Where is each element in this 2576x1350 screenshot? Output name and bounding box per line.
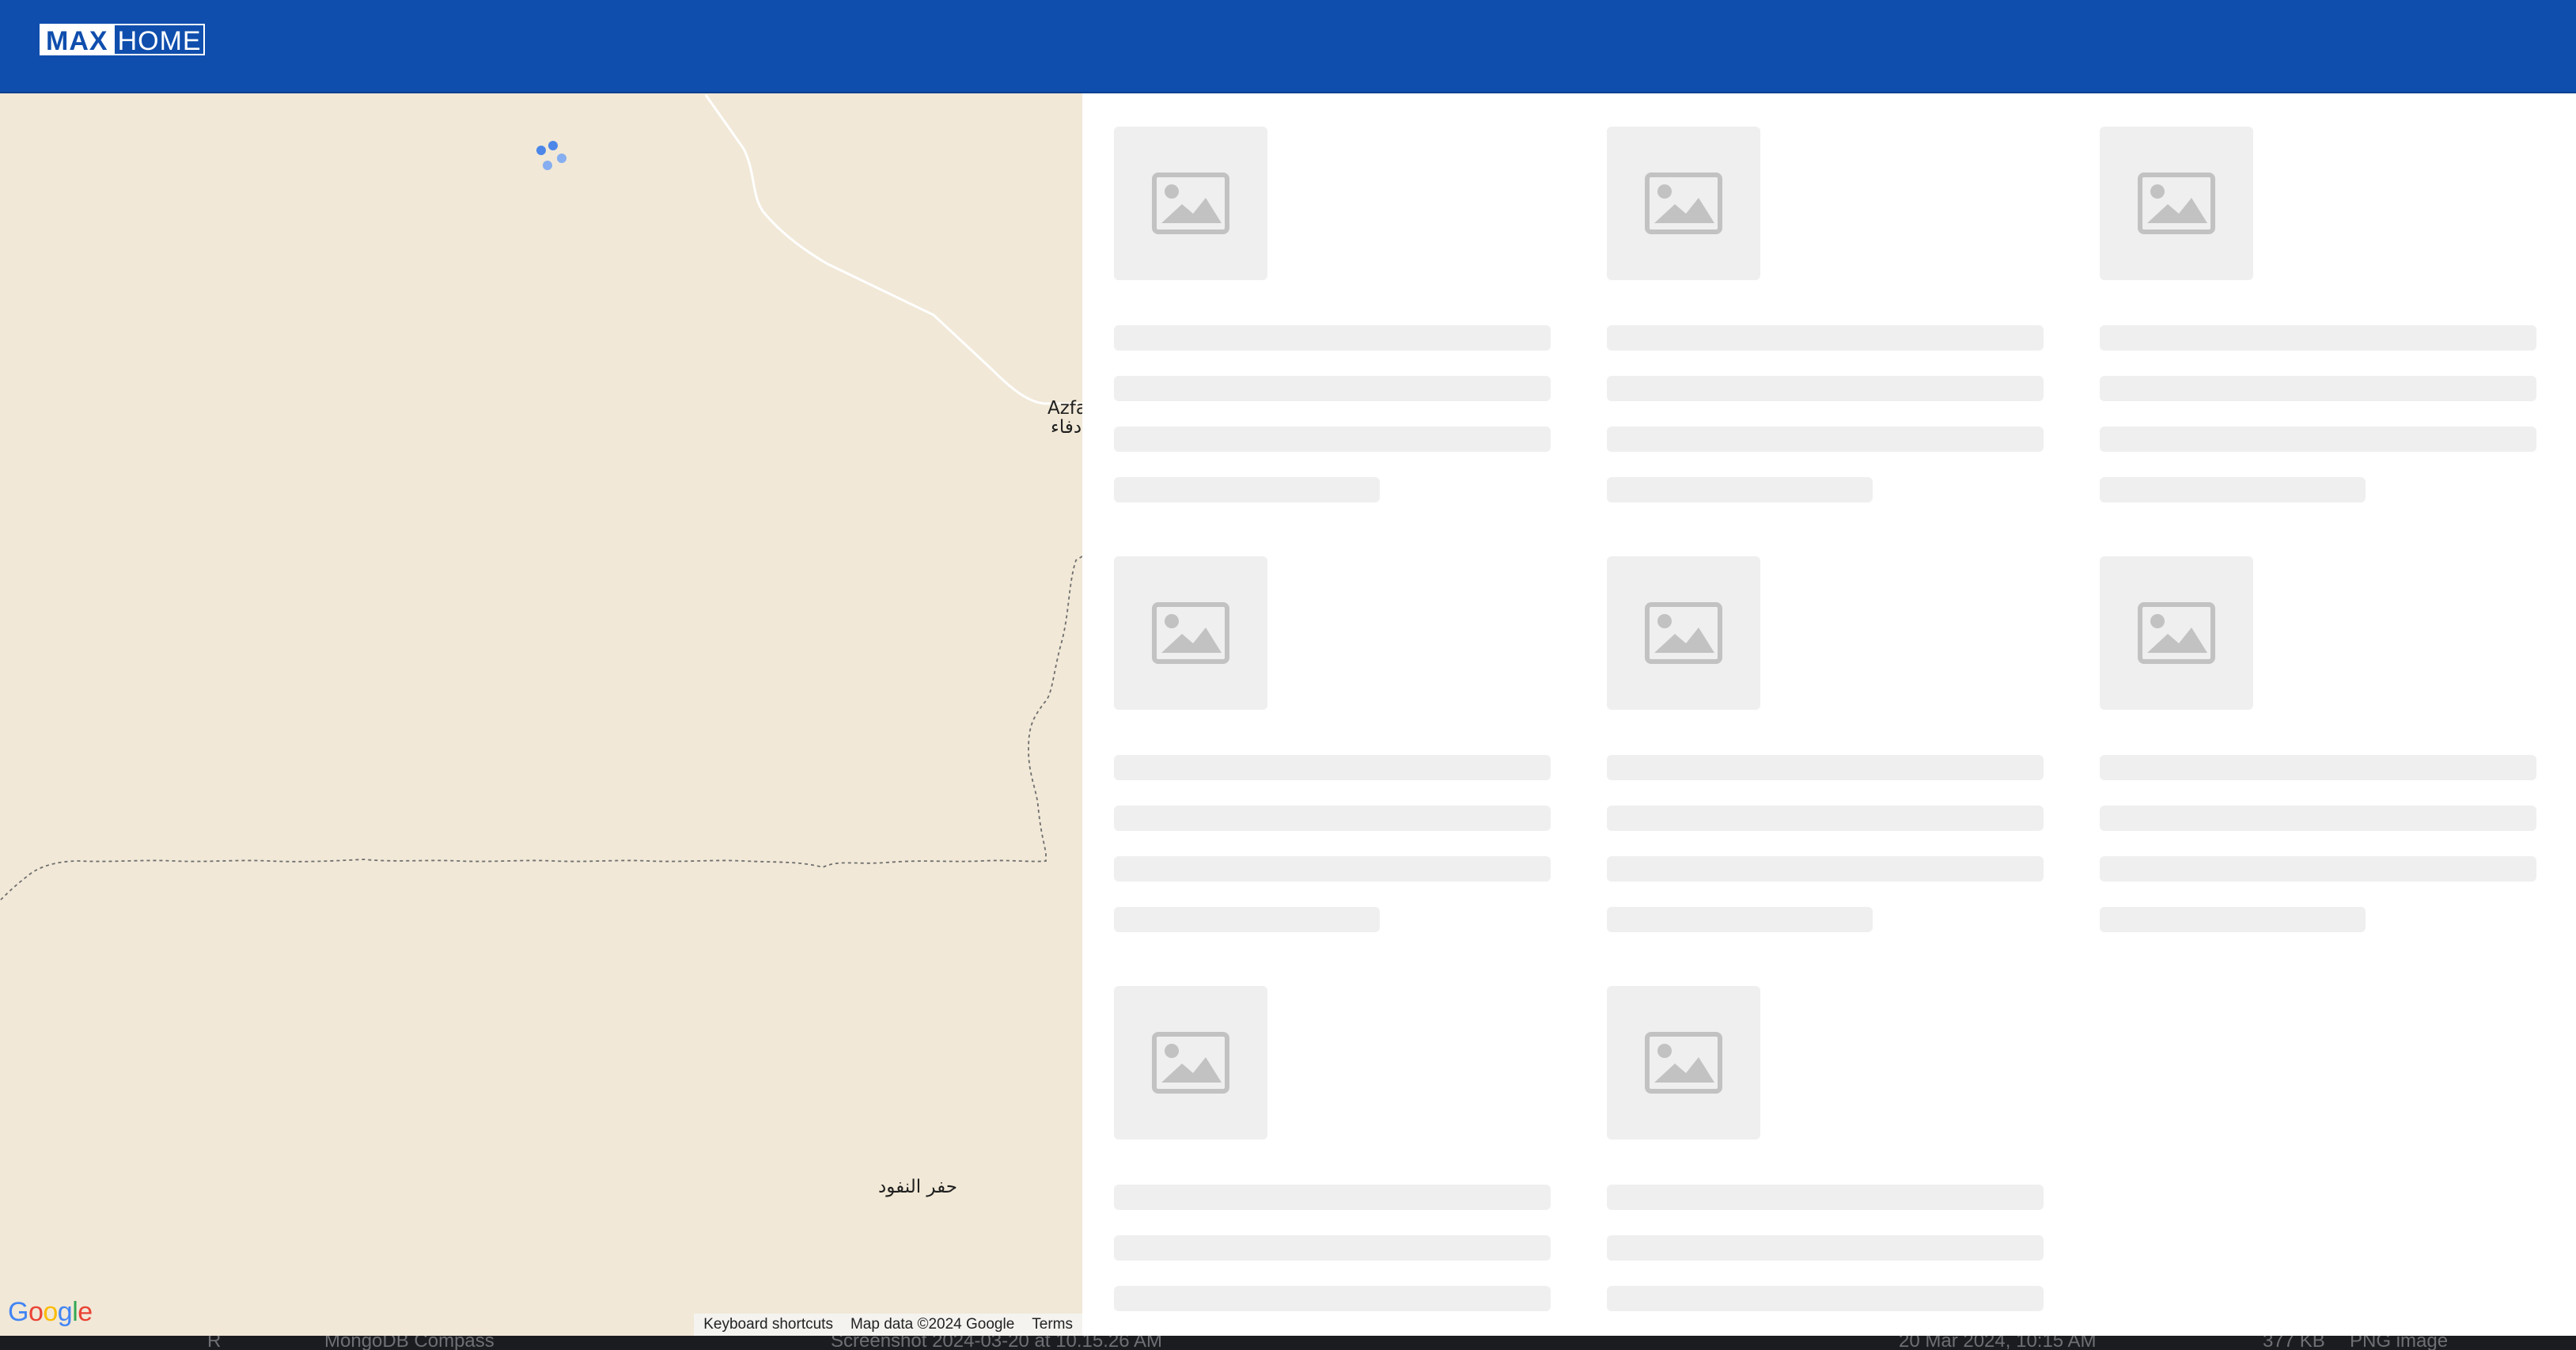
- listing-card-skeleton[interactable]: [1114, 127, 1557, 502]
- taskbar-item-r: R: [207, 1336, 222, 1350]
- skeleton-line: [1607, 376, 2044, 401]
- listing-image-placeholder: [1607, 986, 1760, 1140]
- google-logo-letter: o: [28, 1297, 44, 1327]
- skeleton-line: [1607, 907, 1873, 932]
- google-logo-letter: G: [8, 1297, 28, 1327]
- taskbar-item-date: 20 Mar 2024, 10:15 AM: [1899, 1336, 2097, 1350]
- skeleton-line: [2100, 856, 2536, 882]
- listing-card-skeleton[interactable]: [1607, 127, 2050, 502]
- loading-spinner-icon: [536, 141, 566, 170]
- google-logo: Google: [8, 1297, 93, 1328]
- taskbar-item-size: 377 KB: [2263, 1336, 2325, 1350]
- map-place-label-hafar: حفر النفود: [878, 1177, 957, 1197]
- skeleton-line: [1114, 1235, 1551, 1261]
- listing-card-skeleton[interactable]: [1607, 556, 2050, 932]
- map-place-label-azfa: Azfa: [1047, 398, 1082, 419]
- image-placeholder-icon: [1152, 1032, 1229, 1094]
- skeleton-line: [1607, 856, 2044, 882]
- skeleton-line: [1607, 755, 2044, 780]
- skeleton-line: [1607, 1185, 2044, 1210]
- skeleton-line: [2100, 376, 2536, 401]
- listing-image-placeholder: [1607, 127, 1760, 280]
- listing-card-skeleton[interactable]: [1114, 556, 1557, 932]
- logo-home-text: HOME: [114, 24, 205, 56]
- skeleton-line: [1114, 1286, 1551, 1311]
- taskbar-item-screenshot: Screenshot 2024-03-20 at 10.15.26 AM: [831, 1336, 1162, 1350]
- skeleton-line: [1114, 907, 1380, 932]
- listing-image-placeholder: [2100, 127, 2253, 280]
- keyboard-shortcuts-link[interactable]: Keyboard shortcuts: [703, 1316, 833, 1333]
- terms-link[interactable]: Terms: [1032, 1316, 1073, 1333]
- logo-max-text: MAX: [40, 24, 115, 56]
- google-logo-letter: o: [43, 1297, 58, 1327]
- skeleton-line: [1607, 325, 2044, 351]
- image-placeholder-icon: [1645, 173, 1722, 234]
- skeleton-line: [1114, 427, 1551, 452]
- skeleton-line: [1114, 806, 1551, 831]
- image-placeholder-icon: [2138, 173, 2215, 234]
- image-placeholder-icon: [2138, 602, 2215, 664]
- image-placeholder-icon: [1152, 602, 1229, 664]
- taskbar-item-kind: PNG image: [2350, 1336, 2449, 1350]
- skeleton-line: [1114, 477, 1380, 502]
- maxhome-logo[interactable]: MAX HOME: [40, 24, 205, 56]
- skeleton-line: [2100, 477, 2366, 502]
- map-place-label-azfa-arabic: دفاء: [1051, 417, 1082, 438]
- app-header: MAX HOME: [0, 0, 2576, 93]
- map-roads-and-borders: [0, 94, 1082, 901]
- skeleton-line: [1607, 1286, 2044, 1311]
- image-placeholder-icon: [1152, 173, 1229, 234]
- listing-card-skeleton[interactable]: [2100, 127, 2543, 502]
- skeleton-line: [1114, 1185, 1551, 1210]
- google-logo-letter: g: [57, 1297, 73, 1327]
- listing-image-placeholder: [2100, 556, 2253, 710]
- skeleton-line: [1114, 856, 1551, 882]
- map-data-attribution: Map data ©2024 Google: [850, 1316, 1015, 1333]
- skeleton-line: [1607, 427, 2044, 452]
- map-attribution-bar: Keyboard shortcuts Map data ©2024 Google…: [694, 1314, 1082, 1336]
- map-panel[interactable]: Azfa دفاء حفر النفود Google Keyboard sho…: [0, 93, 1082, 1336]
- skeleton-line: [2100, 907, 2366, 932]
- listing-card-skeleton[interactable]: [2100, 556, 2543, 932]
- skeleton-line: [1607, 1235, 2044, 1261]
- skeleton-line: [1607, 806, 2044, 831]
- skeleton-line: [2100, 427, 2536, 452]
- listing-image-placeholder: [1114, 986, 1267, 1140]
- skeleton-line: [2100, 755, 2536, 780]
- taskbar-item-mongodb-compass: MongoDB Compass: [324, 1336, 494, 1350]
- skeleton-line: [1114, 376, 1551, 401]
- listing-image-placeholder: [1114, 556, 1267, 710]
- skeleton-line: [1114, 755, 1551, 780]
- listing-results-panel: [1082, 93, 2576, 1336]
- skeleton-line: [1114, 325, 1551, 351]
- listing-image-placeholder: [1607, 556, 1760, 710]
- skeleton-line: [2100, 806, 2536, 831]
- listing-image-placeholder: [1114, 127, 1267, 280]
- skeleton-line: [1607, 477, 1873, 502]
- listing-card-skeleton[interactable]: [1607, 986, 2050, 1311]
- image-placeholder-icon: [1645, 1032, 1722, 1094]
- os-taskbar-strip: R MongoDB Compass Screenshot 2024-03-20 …: [0, 1336, 2576, 1350]
- google-logo-letter: e: [78, 1297, 93, 1327]
- image-placeholder-icon: [1645, 602, 1722, 664]
- skeleton-line: [2100, 325, 2536, 351]
- listing-card-skeleton[interactable]: [1114, 986, 1557, 1311]
